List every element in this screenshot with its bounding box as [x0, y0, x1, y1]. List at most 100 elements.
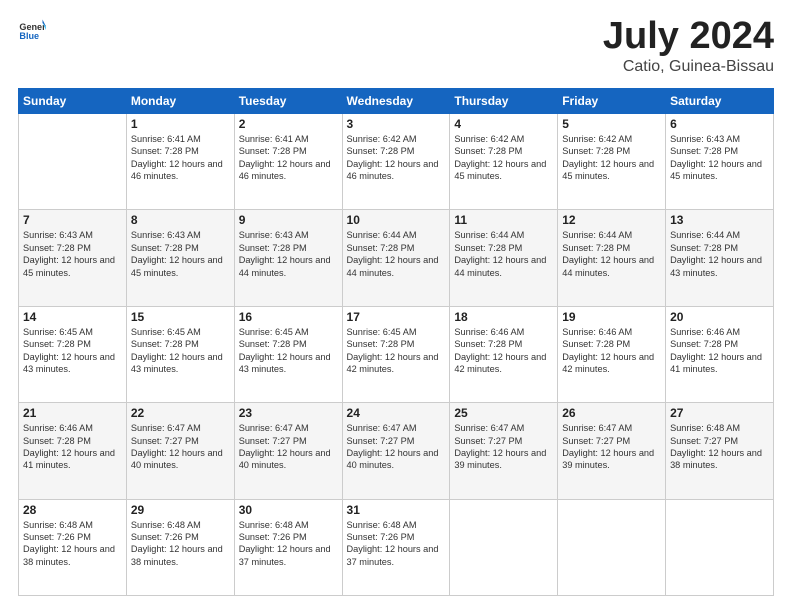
cell-info: Sunrise: 6:43 AM Sunset: 7:28 PM Dayligh…: [131, 229, 230, 279]
sunrise-text: Sunrise: 6:45 AM: [131, 326, 230, 338]
calendar-title: July 2024: [603, 16, 774, 58]
day-number: 13: [670, 213, 769, 227]
sunrise-text: Sunrise: 6:47 AM: [454, 422, 553, 434]
sunset-text: Sunset: 7:26 PM: [347, 531, 446, 543]
table-row: 2 Sunrise: 6:41 AM Sunset: 7:28 PM Dayli…: [234, 113, 342, 209]
day-number: 25: [454, 406, 553, 420]
table-row: 20 Sunrise: 6:46 AM Sunset: 7:28 PM Dayl…: [666, 306, 774, 402]
daylight-text: Daylight: 12 hours and 42 minutes.: [454, 351, 553, 376]
cell-info: Sunrise: 6:43 AM Sunset: 7:28 PM Dayligh…: [239, 229, 338, 279]
day-number: 17: [347, 310, 446, 324]
daylight-text: Daylight: 12 hours and 37 minutes.: [239, 543, 338, 568]
sunset-text: Sunset: 7:28 PM: [347, 145, 446, 157]
page: General Blue July 2024 Catio, Guinea-Bis…: [0, 0, 792, 612]
sunset-text: Sunset: 7:28 PM: [670, 242, 769, 254]
sunset-text: Sunset: 7:28 PM: [131, 145, 230, 157]
cell-info: Sunrise: 6:44 AM Sunset: 7:28 PM Dayligh…: [454, 229, 553, 279]
cell-info: Sunrise: 6:46 AM Sunset: 7:28 PM Dayligh…: [670, 326, 769, 376]
col-friday: Friday: [558, 88, 666, 113]
table-row: 3 Sunrise: 6:42 AM Sunset: 7:28 PM Dayli…: [342, 113, 450, 209]
daylight-text: Daylight: 12 hours and 44 minutes.: [347, 254, 446, 279]
day-number: 15: [131, 310, 230, 324]
table-row: 30 Sunrise: 6:48 AM Sunset: 7:26 PM Dayl…: [234, 499, 342, 595]
daylight-text: Daylight: 12 hours and 39 minutes.: [454, 447, 553, 472]
sunrise-text: Sunrise: 6:42 AM: [454, 133, 553, 145]
calendar-location: Catio, Guinea-Bissau: [603, 58, 774, 76]
cell-info: Sunrise: 6:42 AM Sunset: 7:28 PM Dayligh…: [454, 133, 553, 183]
cell-info: Sunrise: 6:44 AM Sunset: 7:28 PM Dayligh…: [347, 229, 446, 279]
cell-info: Sunrise: 6:48 AM Sunset: 7:26 PM Dayligh…: [131, 519, 230, 569]
sunset-text: Sunset: 7:28 PM: [454, 242, 553, 254]
sunrise-text: Sunrise: 6:42 AM: [562, 133, 661, 145]
daylight-text: Daylight: 12 hours and 39 minutes.: [562, 447, 661, 472]
cell-info: Sunrise: 6:44 AM Sunset: 7:28 PM Dayligh…: [562, 229, 661, 279]
daylight-text: Daylight: 12 hours and 44 minutes.: [562, 254, 661, 279]
cell-info: Sunrise: 6:42 AM Sunset: 7:28 PM Dayligh…: [562, 133, 661, 183]
day-number: 20: [670, 310, 769, 324]
table-row: 26 Sunrise: 6:47 AM Sunset: 7:27 PM Dayl…: [558, 403, 666, 499]
sunset-text: Sunset: 7:27 PM: [347, 435, 446, 447]
daylight-text: Daylight: 12 hours and 38 minutes.: [670, 447, 769, 472]
daylight-text: Daylight: 12 hours and 44 minutes.: [239, 254, 338, 279]
sunset-text: Sunset: 7:28 PM: [23, 338, 122, 350]
daylight-text: Daylight: 12 hours and 38 minutes.: [23, 543, 122, 568]
sunset-text: Sunset: 7:27 PM: [562, 435, 661, 447]
sunrise-text: Sunrise: 6:41 AM: [131, 133, 230, 145]
sunset-text: Sunset: 7:28 PM: [23, 435, 122, 447]
sunset-text: Sunset: 7:28 PM: [454, 338, 553, 350]
cell-info: Sunrise: 6:46 AM Sunset: 7:28 PM Dayligh…: [562, 326, 661, 376]
daylight-text: Daylight: 12 hours and 41 minutes.: [23, 447, 122, 472]
sunset-text: Sunset: 7:28 PM: [239, 145, 338, 157]
sunrise-text: Sunrise: 6:48 AM: [131, 519, 230, 531]
table-row: 14 Sunrise: 6:45 AM Sunset: 7:28 PM Dayl…: [19, 306, 127, 402]
daylight-text: Daylight: 12 hours and 46 minutes.: [239, 158, 338, 183]
table-row: 21 Sunrise: 6:46 AM Sunset: 7:28 PM Dayl…: [19, 403, 127, 499]
daylight-text: Daylight: 12 hours and 42 minutes.: [562, 351, 661, 376]
cell-info: Sunrise: 6:45 AM Sunset: 7:28 PM Dayligh…: [23, 326, 122, 376]
daylight-text: Daylight: 12 hours and 40 minutes.: [347, 447, 446, 472]
day-number: 29: [131, 503, 230, 517]
cell-info: Sunrise: 6:48 AM Sunset: 7:26 PM Dayligh…: [239, 519, 338, 569]
cell-info: Sunrise: 6:47 AM Sunset: 7:27 PM Dayligh…: [454, 422, 553, 472]
daylight-text: Daylight: 12 hours and 45 minutes.: [562, 158, 661, 183]
table-row: [666, 499, 774, 595]
calendar-week-2: 7 Sunrise: 6:43 AM Sunset: 7:28 PM Dayli…: [19, 210, 774, 306]
sunrise-text: Sunrise: 6:44 AM: [562, 229, 661, 241]
calendar-table: Sunday Monday Tuesday Wednesday Thursday…: [18, 88, 774, 596]
day-number: 12: [562, 213, 661, 227]
day-number: 16: [239, 310, 338, 324]
sunset-text: Sunset: 7:28 PM: [131, 242, 230, 254]
sunrise-text: Sunrise: 6:42 AM: [347, 133, 446, 145]
table-row: [450, 499, 558, 595]
sunset-text: Sunset: 7:27 PM: [239, 435, 338, 447]
sunrise-text: Sunrise: 6:44 AM: [670, 229, 769, 241]
sunrise-text: Sunrise: 6:43 AM: [239, 229, 338, 241]
table-row: 6 Sunrise: 6:43 AM Sunset: 7:28 PM Dayli…: [666, 113, 774, 209]
day-number: 9: [239, 213, 338, 227]
table-row: [558, 499, 666, 595]
daylight-text: Daylight: 12 hours and 45 minutes.: [23, 254, 122, 279]
table-row: 11 Sunrise: 6:44 AM Sunset: 7:28 PM Dayl…: [450, 210, 558, 306]
table-row: 5 Sunrise: 6:42 AM Sunset: 7:28 PM Dayli…: [558, 113, 666, 209]
day-number: 1: [131, 117, 230, 131]
table-row: 18 Sunrise: 6:46 AM Sunset: 7:28 PM Dayl…: [450, 306, 558, 402]
sunrise-text: Sunrise: 6:47 AM: [131, 422, 230, 434]
sunrise-text: Sunrise: 6:45 AM: [239, 326, 338, 338]
table-row: 17 Sunrise: 6:45 AM Sunset: 7:28 PM Dayl…: [342, 306, 450, 402]
cell-info: Sunrise: 6:41 AM Sunset: 7:28 PM Dayligh…: [239, 133, 338, 183]
table-row: 1 Sunrise: 6:41 AM Sunset: 7:28 PM Dayli…: [126, 113, 234, 209]
sunrise-text: Sunrise: 6:43 AM: [131, 229, 230, 241]
sunrise-text: Sunrise: 6:48 AM: [239, 519, 338, 531]
cell-info: Sunrise: 6:47 AM Sunset: 7:27 PM Dayligh…: [239, 422, 338, 472]
cell-info: Sunrise: 6:47 AM Sunset: 7:27 PM Dayligh…: [347, 422, 446, 472]
logo-icon: General Blue: [18, 16, 46, 44]
daylight-text: Daylight: 12 hours and 43 minutes.: [239, 351, 338, 376]
day-number: 4: [454, 117, 553, 131]
daylight-text: Daylight: 12 hours and 41 minutes.: [670, 351, 769, 376]
header: General Blue July 2024 Catio, Guinea-Bis…: [18, 16, 774, 76]
daylight-text: Daylight: 12 hours and 37 minutes.: [347, 543, 446, 568]
table-row: 28 Sunrise: 6:48 AM Sunset: 7:26 PM Dayl…: [19, 499, 127, 595]
day-number: 23: [239, 406, 338, 420]
col-thursday: Thursday: [450, 88, 558, 113]
daylight-text: Daylight: 12 hours and 40 minutes.: [239, 447, 338, 472]
